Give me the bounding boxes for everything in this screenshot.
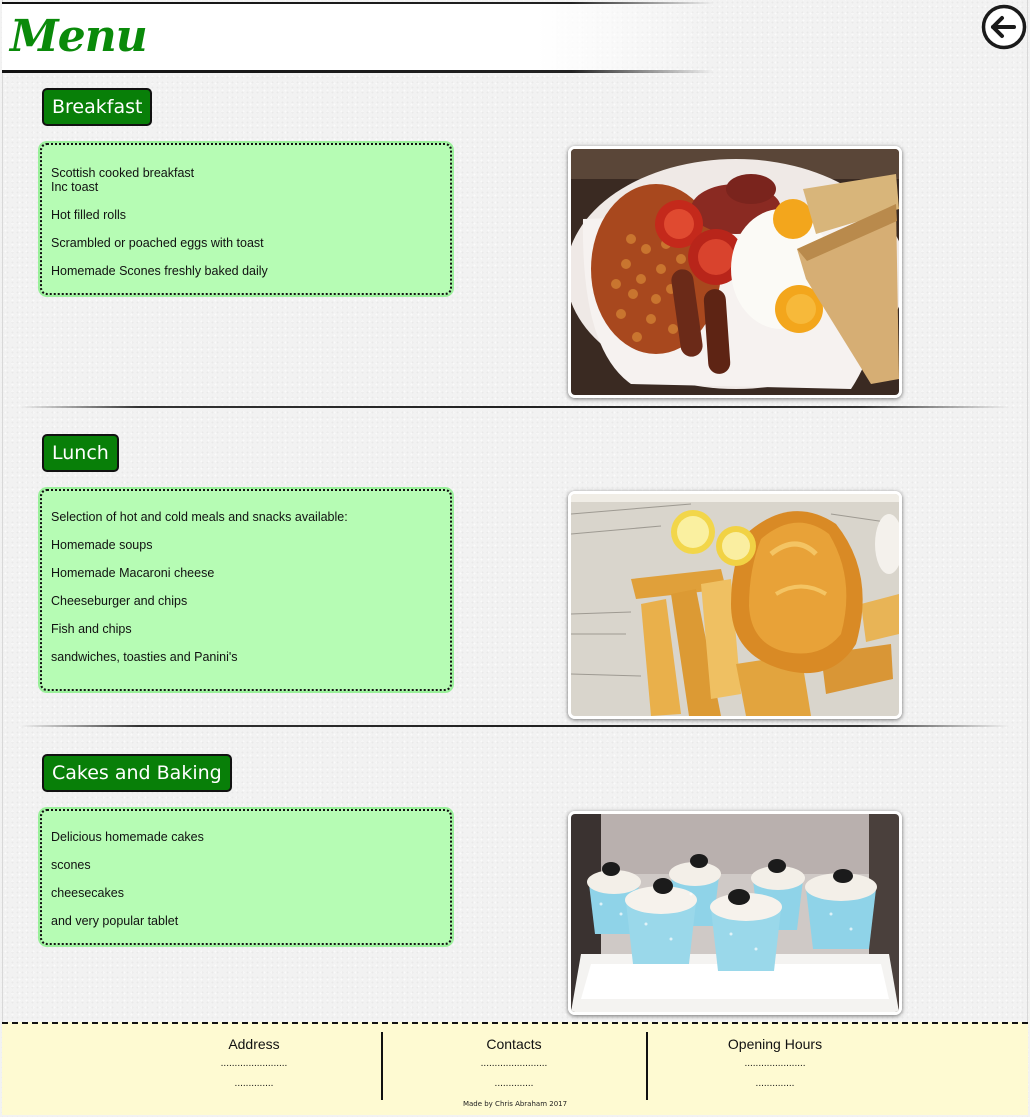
list-item: Inc toast [51,180,99,194]
address-line-1: ........................ [220,1058,288,1069]
footer-separator [381,1032,383,1100]
list-item: Cheeseburger and chips [51,594,188,608]
list-item: cheesecakes [51,886,124,900]
cakes-photo [568,811,902,1015]
footer-separator [646,1032,648,1100]
footer: Address ........................ .......… [2,1022,1028,1115]
list-item: scones [51,858,91,872]
cupcakes-photo [571,814,899,1012]
footer-credit: Made by Chris Abraham 2017 [462,1100,568,1108]
list-item: Hot filled rolls [51,208,127,222]
list-item: Fish and chips [51,622,132,636]
list-item: Selection of hot and cold meals and snac… [51,510,348,524]
address-title: Address [228,1036,280,1052]
lunch-items-box: Selection of hot and cold meals and snac… [40,489,452,691]
lunch-heading: Lunch [42,434,119,472]
list-item: Homemade Scones freshly baked daily [51,264,268,278]
list-item: Scottish cooked breakfast [51,166,195,180]
footer-contacts: Contacts ........................ ......… [444,1024,584,1090]
list-item: Scrambled or poached eggs with toast [51,236,264,250]
footer-hours: Opening Hours ...................... ...… [700,1024,850,1090]
list-item: and very popular tablet [51,914,179,928]
contacts-line-1: ........................ [480,1058,548,1069]
list-item: Delicious homemade cakes [51,830,204,844]
hours-title: Opening Hours [727,1036,823,1052]
header-bottom-rule [2,70,714,73]
contacts-title: Contacts [486,1036,542,1052]
breakfast-items-box: Scottish cooked breakfast Inc toast Hot … [40,143,452,295]
cakes-heading: Cakes and Baking [42,754,232,792]
hours-line-2: .............. [755,1078,795,1089]
header-top-rule [2,2,714,4]
fish-and-chips-photo [571,494,899,716]
contacts-line-2: .............. [494,1078,534,1089]
breakfast-photo [568,146,902,398]
list-item: Homemade Macaroni cheese [51,566,215,580]
back-button[interactable] [981,4,1027,50]
footer-address: Address ........................ .......… [184,1024,324,1090]
arrow-left-circle-icon [981,4,1027,50]
section-divider [20,725,1010,727]
lunch-photo [568,491,902,719]
hours-line-1: ...................... [744,1058,806,1069]
cakes-items-box: Delicious homemade cakes scones cheeseca… [40,809,452,945]
breakfast-heading: Breakfast [42,88,153,126]
section-divider [20,406,1010,408]
list-item: Homemade soups [51,538,153,552]
full-breakfast-photo [571,149,899,395]
address-line-2: .............. [234,1078,274,1089]
list-item: sandwiches, toasties and Panini's [51,650,238,664]
page-title: Menu [10,11,148,62]
